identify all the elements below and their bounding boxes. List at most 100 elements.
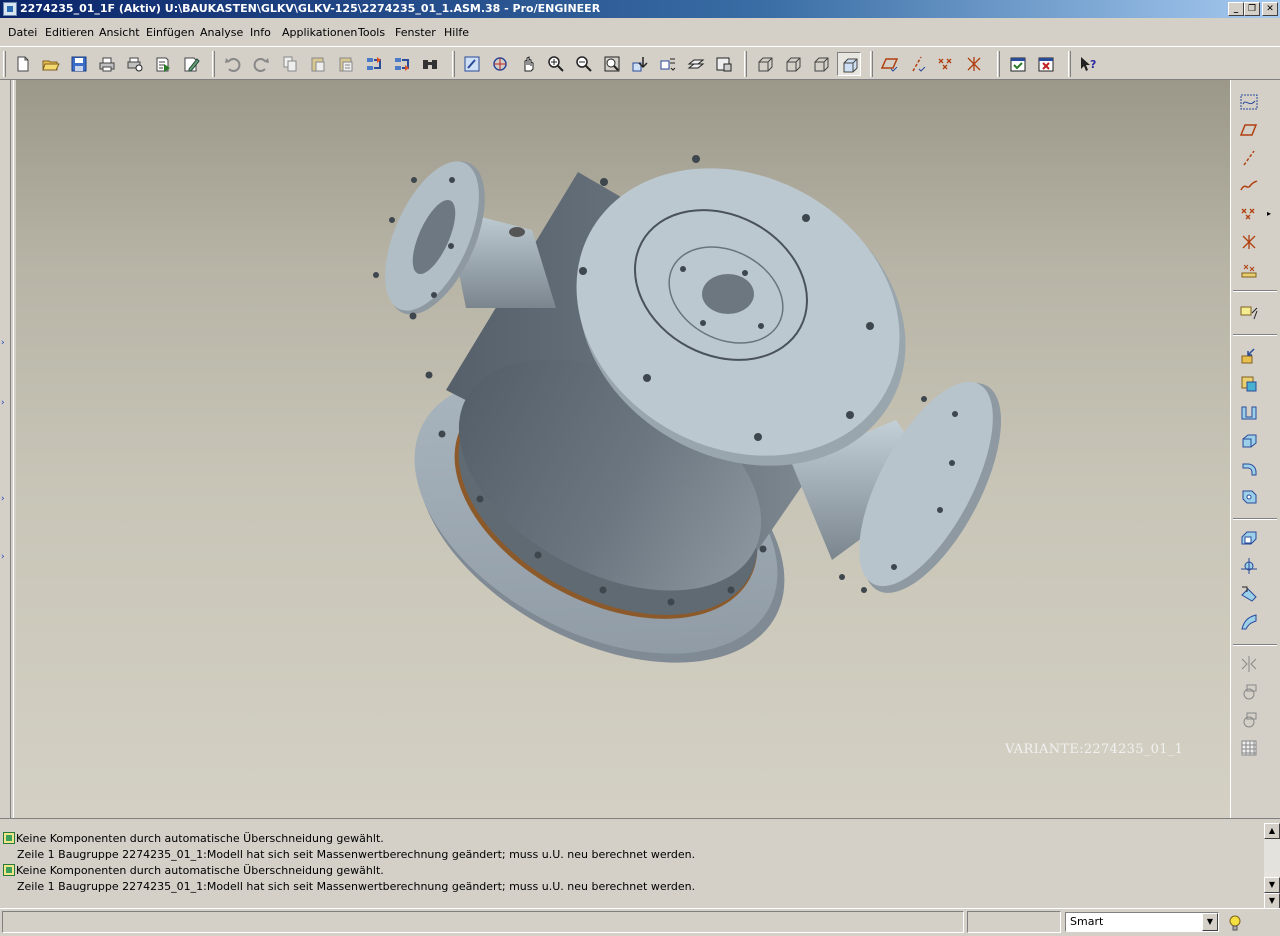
sweep-icon[interactable] bbox=[1237, 456, 1261, 480]
shell-icon[interactable] bbox=[1237, 526, 1261, 550]
menu-analyse[interactable]: Analyse bbox=[200, 26, 243, 39]
menu-hilfe[interactable]: Hilfe bbox=[444, 26, 469, 39]
toolbar-grip[interactable] bbox=[452, 51, 455, 77]
assembly-model[interactable] bbox=[16, 80, 1230, 818]
paste-special-icon[interactable] bbox=[334, 52, 358, 76]
extrude-icon[interactable] bbox=[1237, 400, 1261, 424]
wireframe-icon[interactable] bbox=[753, 52, 777, 76]
save-icon[interactable] bbox=[67, 52, 91, 76]
toolbar-grip[interactable] bbox=[997, 51, 1000, 77]
window-close-icon[interactable] bbox=[1034, 52, 1058, 76]
no-hidden-icon[interactable] bbox=[809, 52, 833, 76]
mirror-icon[interactable] bbox=[1237, 652, 1261, 676]
chevron-down-icon[interactable]: ▼ bbox=[1202, 913, 1218, 931]
datum-csys-icon[interactable] bbox=[1237, 230, 1261, 254]
rib-icon[interactable] bbox=[1237, 554, 1261, 578]
create-component-icon[interactable] bbox=[1237, 372, 1261, 396]
layers-icon[interactable] bbox=[684, 52, 708, 76]
edit-mail-icon[interactable] bbox=[179, 52, 203, 76]
open-file-icon[interactable] bbox=[39, 52, 63, 76]
find-icon[interactable] bbox=[418, 52, 442, 76]
expand-arrow-icon[interactable]: › bbox=[1, 338, 9, 348]
menu-fenster[interactable]: Fenster bbox=[395, 26, 436, 39]
scroll-up-icon[interactable]: ▲ bbox=[1264, 823, 1280, 839]
datum-points-icon[interactable] bbox=[934, 52, 958, 76]
repaint-icon[interactable] bbox=[460, 52, 484, 76]
info-message-icon bbox=[3, 832, 15, 844]
expand-arrow-icon[interactable]: › bbox=[1, 494, 9, 504]
close-button[interactable]: ✕ bbox=[1262, 2, 1278, 16]
zoom-in-icon[interactable] bbox=[544, 52, 568, 76]
regenerate-icon[interactable] bbox=[362, 52, 386, 76]
menu-ansicht[interactable]: Ansicht bbox=[99, 26, 140, 39]
datum-curve-icon[interactable] bbox=[1237, 174, 1261, 198]
hole-icon[interactable] bbox=[1237, 484, 1261, 508]
table-icon[interactable] bbox=[1237, 736, 1261, 760]
round-icon[interactable] bbox=[1237, 610, 1261, 634]
draft-icon[interactable] bbox=[1237, 582, 1261, 606]
menu-tools[interactable]: Tools bbox=[358, 26, 385, 39]
menu-einfuegen[interactable]: Einfügen bbox=[146, 26, 195, 39]
toolbar-grip[interactable] bbox=[870, 51, 873, 77]
proengineer-window: 2274235_01_1F (Aktiv) U:\BAUKASTEN\GLKV\… bbox=[0, 0, 1280, 936]
menu-datei[interactable]: Datei bbox=[8, 26, 37, 39]
sketch-datum-curve-icon[interactable] bbox=[1237, 90, 1261, 114]
selection-filter-value: Smart bbox=[1070, 915, 1104, 928]
saved-views-icon[interactable] bbox=[656, 52, 680, 76]
toolbar-grip[interactable] bbox=[3, 51, 6, 77]
scroll-down-icon[interactable]: ▼ bbox=[1264, 893, 1280, 909]
print-icon[interactable] bbox=[95, 52, 119, 76]
spin-center-icon[interactable] bbox=[488, 52, 512, 76]
model-tree-sash[interactable]: › › › › bbox=[0, 80, 16, 818]
reorient-icon[interactable] bbox=[628, 52, 652, 76]
app-icon bbox=[3, 2, 17, 16]
window-activate-icon[interactable] bbox=[1006, 52, 1030, 76]
zoom-out-icon[interactable] bbox=[572, 52, 596, 76]
flyout-arrow-icon[interactable]: ▸ bbox=[1267, 210, 1273, 218]
menu-info[interactable]: Info bbox=[250, 26, 271, 39]
toolbar-grip[interactable] bbox=[212, 51, 215, 77]
lightbulb-icon[interactable] bbox=[1228, 914, 1242, 932]
datum-axes-icon[interactable] bbox=[906, 52, 930, 76]
hidden-line-icon[interactable] bbox=[781, 52, 805, 76]
datum-axis-icon[interactable] bbox=[1237, 146, 1261, 170]
refit-icon[interactable] bbox=[600, 52, 624, 76]
expand-arrow-icon[interactable]: › bbox=[1, 398, 9, 408]
pattern-icon[interactable] bbox=[1237, 680, 1261, 704]
graphics-window[interactable]: VARIANTE:2274235_01_1 bbox=[16, 80, 1230, 818]
restore-button[interactable]: ❐ bbox=[1244, 2, 1260, 16]
selection-filter-dropdown[interactable]: Smart ▼ bbox=[1065, 912, 1219, 932]
datum-plane-icon[interactable] bbox=[1237, 118, 1261, 142]
message-scrollbar[interactable]: ▲ ▼ ▼ bbox=[1264, 823, 1280, 909]
copy-icon[interactable] bbox=[278, 52, 302, 76]
sash-handle[interactable] bbox=[10, 80, 14, 818]
print-preview-icon[interactable] bbox=[123, 52, 147, 76]
new-file-icon[interactable] bbox=[11, 52, 35, 76]
window-title: 2274235_01_1F (Aktiv) U:\BAUKASTEN\GLKV\… bbox=[20, 2, 601, 15]
annotation-icon[interactable] bbox=[1237, 300, 1261, 324]
merge-icon[interactable] bbox=[1237, 708, 1261, 732]
minimize-button[interactable]: _ bbox=[1228, 2, 1244, 16]
model-setup-icon[interactable] bbox=[712, 52, 736, 76]
pan-icon[interactable] bbox=[516, 52, 540, 76]
toolbar-grip[interactable] bbox=[744, 51, 747, 77]
shading-icon[interactable] bbox=[837, 52, 861, 76]
menu-editieren[interactable]: Editieren bbox=[45, 26, 94, 39]
expand-arrow-icon[interactable]: › bbox=[1, 552, 9, 562]
assemble-component-icon[interactable] bbox=[1237, 344, 1261, 368]
scroll-down-arrow-icon[interactable]: ▼ bbox=[1264, 877, 1280, 893]
analysis-feature-icon[interactable] bbox=[1237, 258, 1261, 282]
datum-point-icon[interactable] bbox=[1237, 202, 1261, 226]
message-line: Keine Komponenten durch automatische Übe… bbox=[3, 863, 384, 879]
revolve-icon[interactable] bbox=[1237, 428, 1261, 452]
coordinate-systems-icon[interactable] bbox=[962, 52, 986, 76]
undo-icon[interactable] bbox=[221, 52, 245, 76]
redo-icon[interactable] bbox=[249, 52, 273, 76]
toolbar-grip[interactable] bbox=[1068, 51, 1071, 77]
context-help-icon[interactable]: ? bbox=[1076, 52, 1100, 76]
regenerate-manager-icon[interactable] bbox=[390, 52, 414, 76]
datum-planes-icon[interactable] bbox=[878, 52, 902, 76]
menu-applikationen[interactable]: Applikationen bbox=[282, 26, 357, 39]
send-mail-icon[interactable] bbox=[151, 52, 175, 76]
paste-icon[interactable] bbox=[306, 52, 330, 76]
